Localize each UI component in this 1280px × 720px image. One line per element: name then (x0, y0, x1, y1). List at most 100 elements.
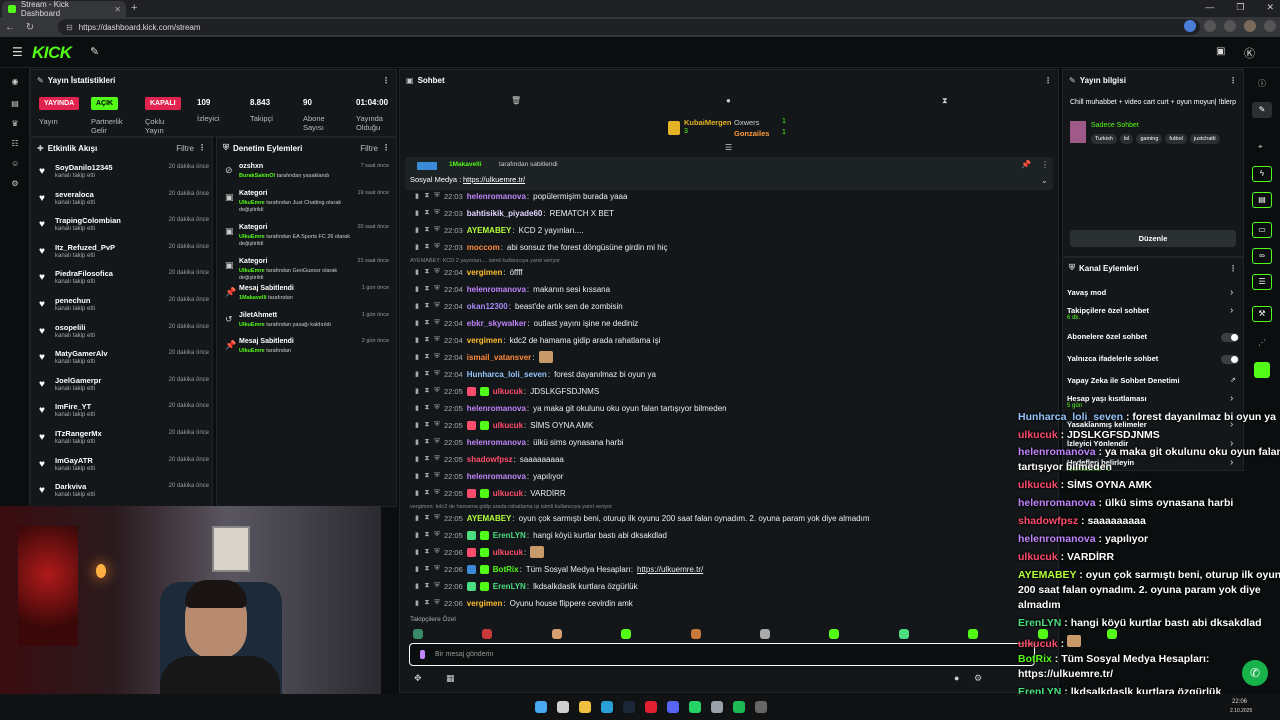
chat-username[interactable]: helenromanova (467, 404, 526, 413)
moderation-row[interactable]: 📌 Mesaj Sabitlendi UlkuEmre tarafından 2 gü… (223, 338, 389, 364)
chat-username[interactable]: vergimen (467, 599, 503, 608)
delete-icon[interactable]: ▮ (414, 226, 420, 234)
pinned-link[interactable]: https://ulkuemre.tr/ (463, 175, 525, 184)
toggle-switch[interactable] (1221, 333, 1239, 342)
moderator-name[interactable]: BurakSakinOl (239, 173, 275, 179)
timeout-icon[interactable]: ⧗ (424, 209, 430, 217)
chat-username[interactable]: ulkucuk (493, 387, 523, 396)
chat-username[interactable]: ErenLYN (493, 582, 526, 591)
chat-message[interactable]: ▮ ⧗ ⛨ 22:05 ulkucuk: VARDİRR (414, 486, 566, 500)
ban-icon[interactable]: ⛨ (434, 404, 440, 412)
activity-username[interactable]: ITzRangerMx (55, 429, 102, 438)
browser-menu-icon[interactable] (1264, 20, 1276, 32)
calendar-icon[interactable]: ▦ (446, 673, 455, 684)
lightning-icon[interactable]: ϟ (1252, 166, 1272, 182)
timeout-icon[interactable]: ⧗ (424, 438, 430, 446)
link-icon[interactable]: ∞ (1252, 248, 1272, 264)
more-options-icon[interactable]: ⋮ (1229, 76, 1237, 85)
delete-icon[interactable]: ▮ (414, 285, 420, 293)
emote-icon[interactable] (760, 629, 770, 639)
chat-message[interactable]: ▮ ⧗ ⛨ 22:04 vergimen: öffff (414, 265, 522, 279)
ban-icon[interactable]: ⛨ (434, 514, 440, 522)
timeout-icon[interactable]: ⧗ (424, 455, 430, 463)
activity-username[interactable]: ImFire_YT (55, 402, 91, 411)
maximize-icon[interactable]: ❐ (1236, 2, 1244, 13)
share-icon[interactable]: ⋰ (1258, 338, 1266, 347)
ban-icon[interactable]: ⛨ (434, 243, 440, 251)
moderator-name[interactable]: UlkuEmre (239, 234, 265, 240)
back-icon[interactable]: ← (0, 22, 20, 33)
moderation-row[interactable]: ▣ Kategori UlkuEmre tarafından Just Chatti… (223, 190, 389, 216)
chat-username[interactable]: vergimen (467, 268, 503, 277)
emote-icon[interactable] (413, 629, 423, 639)
stream-tag[interactable]: Turkish (1091, 134, 1117, 144)
chat-username[interactable]: ulkucuk (493, 421, 523, 430)
gear-icon[interactable]: ⚙ (974, 673, 982, 684)
chat-message[interactable]: ▮ ⧗ ⛨ 22:06 vergimen: Oyunu house flippere ce… (414, 596, 633, 610)
timeout-icon[interactable]: ⧗ (424, 548, 430, 556)
delete-icon[interactable]: ▮ (414, 192, 420, 200)
moderation-filter-button[interactable]: Filtre (360, 144, 378, 153)
moderation-row[interactable]: ↺ JiletAhmett UlkuEmre tarafından yasağı k… (223, 312, 389, 338)
chat-message[interactable]: ▮ ⧗ ⛨ 22:03 moccom: abi sonsuz the forest dön… (414, 240, 667, 254)
new-tab-icon[interactable]: + (131, 2, 137, 14)
chevron-right-icon[interactable]: › (1230, 287, 1233, 298)
emote-icon[interactable] (621, 629, 632, 639)
delete-icon[interactable]: ▮ (414, 582, 420, 590)
timeout-icon[interactable]: ⧗ (424, 353, 430, 361)
ban-icon[interactable]: ⛨ (434, 531, 440, 539)
profile-avatar-icon[interactable] (1244, 20, 1256, 32)
address-bar[interactable]: ⊟ https://dashboard.kick.com/stream (58, 19, 1200, 35)
chat-username[interactable]: shadowfpsz (467, 455, 513, 464)
edge-icon[interactable] (601, 701, 613, 713)
ban-icon[interactable]: ⛨ (434, 565, 440, 573)
delete-icon[interactable]: ▮ (414, 514, 420, 522)
timeout-icon[interactable]: ⧗ (424, 472, 430, 480)
minimize-icon[interactable]: — (1205, 2, 1214, 13)
channel-action-label[interactable]: Abonelere özel sohbet (1067, 332, 1147, 341)
info-icon[interactable]: ⓘ (1258, 78, 1266, 89)
chat-message[interactable]: ▮ ⧗ ⛨ 22:05 ulkucuk: SİMS OYNA AMK (414, 418, 593, 432)
moderator-name[interactable]: UlkuEmre (239, 348, 265, 354)
activity-username[interactable]: osopelili (55, 323, 85, 332)
stream-tag[interactable]: lol (1119, 134, 1134, 144)
timeout-icon[interactable]: ⧗ (424, 319, 430, 327)
emote-icon[interactable] (968, 629, 979, 639)
timeout-icon[interactable]: ⧗ (424, 514, 430, 522)
chat-settings-icon[interactable]: ✥ (414, 673, 422, 684)
timeout-icon[interactable]: ⧗ (424, 489, 430, 497)
chat-username[interactable]: BotRix (493, 565, 519, 574)
chat-username[interactable]: Hunharca_loli_seven (467, 370, 547, 379)
chat-message[interactable]: ▮ ⧗ ⛨ 22:04 ismail_vatansver: (414, 350, 553, 364)
delete-icon[interactable]: ▮ (414, 243, 420, 251)
moderator-name[interactable]: UlkuEmre (239, 322, 265, 328)
activity-username[interactable]: Darkviva (55, 482, 86, 491)
moderator-name[interactable]: UlkuEmre (239, 200, 265, 206)
ban-icon[interactable]: ⛨ (434, 387, 440, 395)
extension-icon[interactable] (1204, 20, 1216, 32)
channel-action-label[interactable]: Yapay Zeka ile Sohbet Denetimi (1067, 376, 1180, 385)
stream-tag[interactable]: justchatti (1189, 134, 1220, 144)
trophy-icon[interactable]: ♛ (11, 120, 19, 128)
delete-icon[interactable]: ▮ (414, 599, 420, 607)
timeout-icon[interactable]: ⧗ (424, 370, 430, 378)
delete-icon[interactable]: ▮ (414, 302, 420, 310)
kick-logo[interactable]: KICK (32, 43, 72, 63)
chat-message[interactable]: ▮ ⧗ ⛨ 22:04 vergimen: kdc2 de hamama gidip ar… (414, 333, 660, 347)
timeout-icon[interactable]: ⧗ (424, 243, 430, 251)
timeout-icon[interactable]: ⧗ (424, 531, 430, 539)
delete-icon[interactable]: ▮ (414, 387, 420, 395)
gifter-name[interactable]: KubaiMergen (684, 118, 732, 127)
file-explorer-icon[interactable] (579, 701, 591, 713)
dashboard-icon[interactable]: ▤ (11, 100, 19, 108)
activity-username[interactable]: TrapingColombian (55, 216, 121, 225)
whatsapp-icon[interactable] (689, 701, 701, 713)
opera-icon[interactable] (645, 701, 657, 713)
chat-message[interactable]: ▮ ⧗ ⛨ 22:04 helenromanova: makanın sesi kıssa… (414, 282, 610, 296)
external-link-icon[interactable]: ⇗ (1230, 376, 1236, 384)
edit-icon[interactable]: ✎ (1252, 102, 1272, 118)
delete-icon[interactable]: ▮ (414, 370, 420, 378)
ban-icon[interactable]: ⛨ (434, 226, 440, 234)
ban-icon[interactable]: ⛨ (434, 353, 440, 361)
toggle-switch[interactable] (1221, 355, 1239, 364)
